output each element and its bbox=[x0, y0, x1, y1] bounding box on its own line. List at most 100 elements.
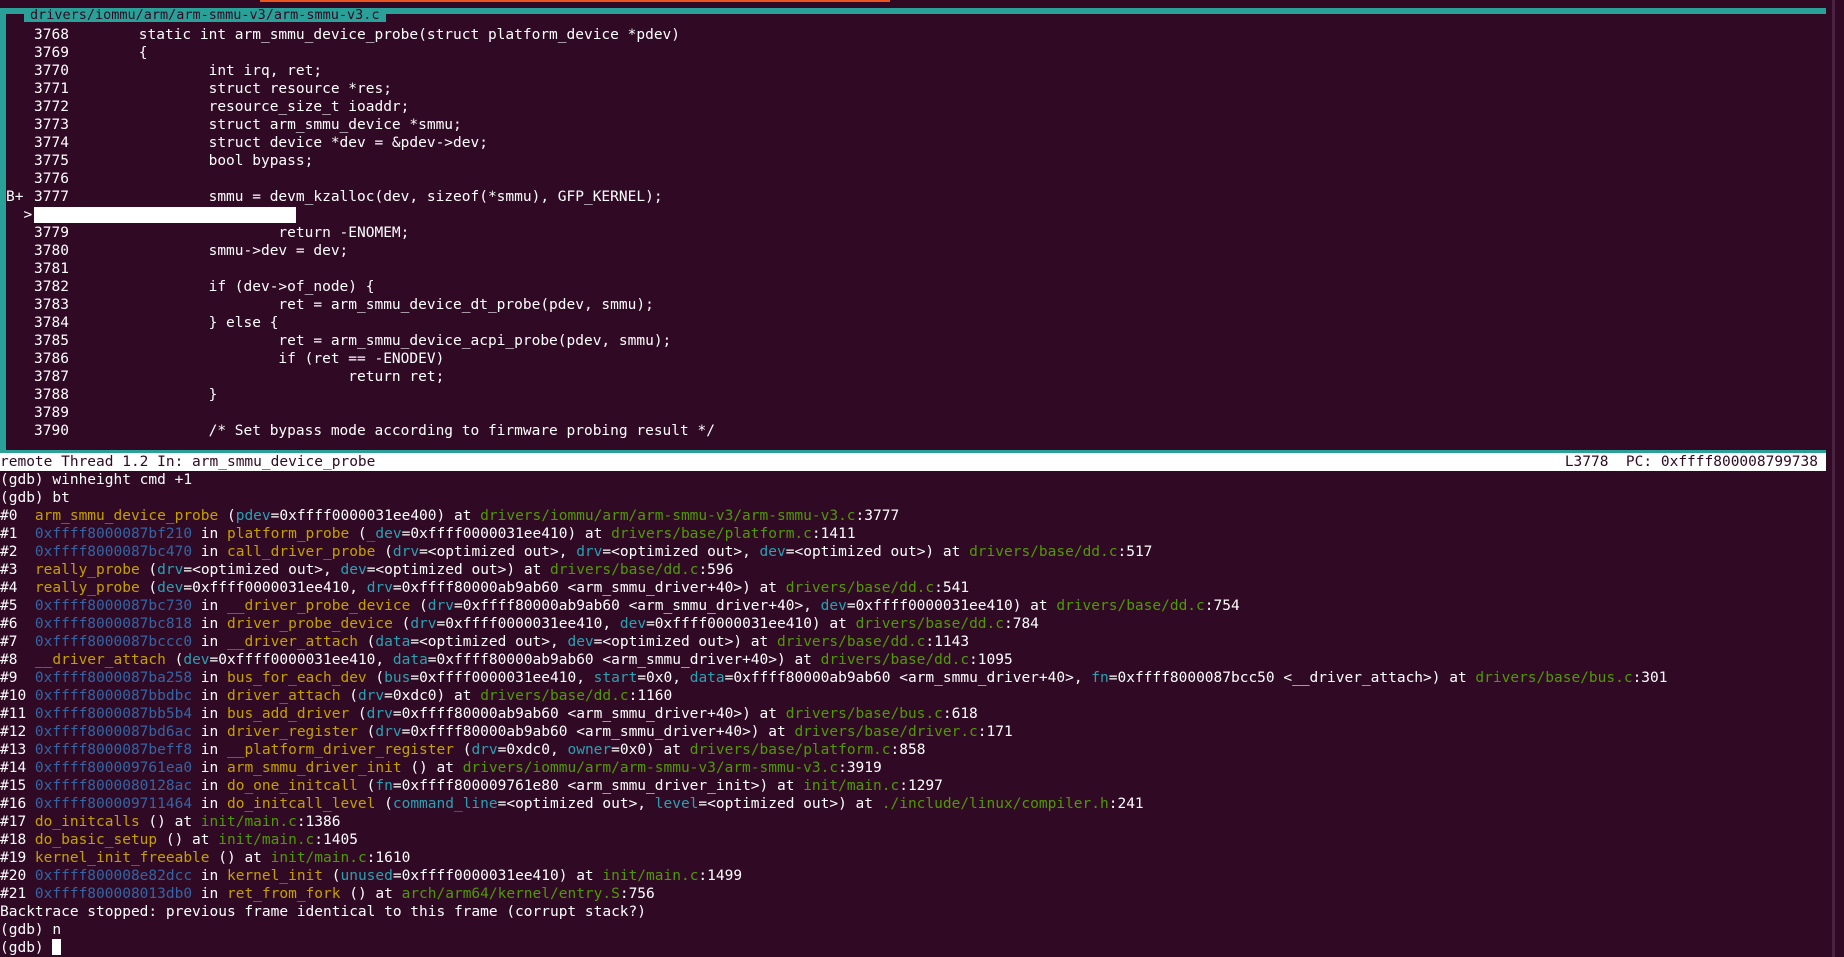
frame-text: :1143 bbox=[925, 634, 970, 650]
frame-argument-name: drv bbox=[392, 544, 420, 560]
frame-text: :1499 bbox=[698, 868, 743, 884]
line-content: 3782 if (dev->of_node) { bbox=[34, 279, 374, 295]
frame-text: #15 bbox=[0, 778, 35, 794]
frame-function: bus_add_driver bbox=[226, 706, 350, 722]
frame-text: ( bbox=[392, 616, 411, 632]
frame-text: :517 bbox=[1117, 544, 1153, 560]
line-number: 3772 bbox=[34, 99, 69, 115]
backtrace-frame: #11 0xffff8000087bb5b4 in bus_add_driver… bbox=[0, 705, 1826, 723]
frame-argument-name: start bbox=[593, 670, 638, 686]
backtrace-frame: #10 0xffff8000087bbdbc in driver_attach … bbox=[0, 687, 1826, 705]
backtrace-frame: #6 0xffff8000087bc818 in driver_probe_de… bbox=[0, 615, 1826, 633]
frame-argument-name: dev bbox=[340, 562, 367, 578]
source-window[interactable]: drivers/iommu/arm/arm-smmu-v3/arm-smmu-v… bbox=[0, 8, 1838, 456]
frame-source-file: drivers/base/dd.c bbox=[820, 652, 970, 668]
frame-text: =0xffff0000031ee410, bbox=[410, 670, 594, 686]
frame-function: do_one_initcall bbox=[226, 778, 358, 794]
frame-text: () at bbox=[401, 760, 463, 776]
frame-text: =0xffff0000031ee410) at bbox=[846, 598, 1057, 614]
line-code: return -ENOMEM; bbox=[68, 225, 410, 241]
source-line: 3786 if (ret == -ENODEV) bbox=[6, 350, 1832, 368]
frame-text: =0x0) at bbox=[611, 742, 690, 758]
line-code: struct device *dev = &pdev->dev; bbox=[68, 135, 488, 151]
frame-argument-name: dev bbox=[759, 544, 786, 560]
frame-text: ( bbox=[357, 778, 376, 794]
frame-address: 0xffff8000087bbdbc bbox=[34, 688, 193, 704]
frame-text: in bbox=[192, 634, 227, 650]
frame-argument-name: level bbox=[654, 796, 699, 812]
frame-text: #1 bbox=[0, 526, 35, 542]
frame-text: :756 bbox=[619, 886, 655, 902]
gdb-prompt-line[interactable]: (gdb) bbox=[0, 939, 1826, 957]
frame-function: do_initcall_level bbox=[226, 796, 376, 812]
line-content: 3770 int irq, ret; bbox=[34, 63, 322, 79]
frame-source-file: drivers/iommu/arm/arm-smmu-v3/arm-smmu-v… bbox=[462, 760, 839, 776]
frame-argument-name: fn bbox=[375, 778, 393, 794]
backtrace-frame: #16 0xffff800009711464 in do_initcall_le… bbox=[0, 795, 1826, 813]
frame-function: do_basic_setup bbox=[34, 832, 158, 848]
frame-text: =0xffff80000ab9ab60 <arm_smmu_driver+40>… bbox=[392, 706, 786, 722]
frame-text: ( bbox=[357, 724, 376, 740]
frame-text: =0xffff0000031ee410) at bbox=[392, 868, 603, 884]
frame-argument-name: fn bbox=[1091, 670, 1109, 686]
backtrace-frame: #15 0xffff8000080128ac in do_one_initcal… bbox=[0, 777, 1826, 795]
frame-text: #21 bbox=[0, 886, 35, 902]
frame-text: ( bbox=[357, 634, 376, 650]
frame-text: #4 bbox=[0, 580, 35, 596]
frame-source-file: drivers/base/dd.c bbox=[969, 544, 1118, 560]
line-code: { bbox=[68, 45, 148, 61]
frame-text: ( bbox=[323, 868, 341, 884]
frame-argument-name: drv bbox=[366, 706, 393, 722]
frame-text: () at bbox=[340, 886, 402, 902]
frame-text: ( bbox=[349, 526, 367, 542]
frame-address: 0xffff8000087beff8 bbox=[34, 742, 193, 758]
frame-argument-name: drv bbox=[357, 688, 385, 704]
line-code: if (ret == -ENODEV) bbox=[68, 351, 445, 367]
frame-text: =<optimized out>) at bbox=[366, 562, 551, 578]
frame-address: 0xffff800008013db0 bbox=[34, 886, 193, 902]
frame-function: call_driver_probe bbox=[226, 544, 376, 560]
frame-text: #10 bbox=[0, 688, 35, 704]
line-number: 3780 bbox=[34, 243, 69, 259]
line-content: 3788 } bbox=[34, 387, 217, 403]
frame-text: =0xffff80000ab9ab60 <arm_smmu_driver+40>… bbox=[392, 580, 786, 596]
gdb-command-window[interactable]: (gdb) winheight cmd +1 (gdb) bt #0 arm_smm… bbox=[0, 471, 1826, 957]
frame-function: really_probe bbox=[34, 580, 140, 596]
frame-address: 0xffff8000087bb5b4 bbox=[34, 706, 193, 722]
frame-text: #14 bbox=[0, 760, 35, 776]
frame-text: :858 bbox=[890, 742, 926, 758]
frame-text: ( bbox=[165, 652, 184, 668]
line-code: } bbox=[68, 387, 218, 403]
line-content: 3773 struct arm_smmu_device *smmu; bbox=[34, 117, 462, 133]
frame-source-file: drivers/base/dd.c bbox=[785, 580, 935, 596]
frame-text: #16 bbox=[0, 796, 35, 812]
frame-argument-name: data bbox=[689, 670, 725, 686]
line-content: 3787 return ret; bbox=[34, 369, 444, 385]
source-line: 3771 struct resource *res; bbox=[6, 80, 1832, 98]
frame-address: 0xffff8000087bf210 bbox=[34, 526, 193, 542]
frame-source-file: init/main.c bbox=[270, 850, 367, 866]
backtrace-frame: #5 0xffff8000087bc730 in __driver_probe_… bbox=[0, 597, 1826, 615]
line-code: /* Set bypass mode according to firmware… bbox=[68, 423, 715, 439]
source-lines: 3768 static int arm_smmu_device_probe(st… bbox=[6, 26, 1832, 440]
frame-function: __platform_driver_register bbox=[226, 742, 454, 758]
frame-function: platform_probe bbox=[226, 526, 350, 542]
frame-function: arm_smmu_driver_init bbox=[226, 760, 402, 776]
source-line: 3775 bool bypass; bbox=[6, 152, 1832, 170]
frame-source-file: init/main.c bbox=[803, 778, 900, 794]
frame-address: 0xffff8000087bc818 bbox=[34, 616, 193, 632]
frame-text: :1411 bbox=[811, 526, 856, 542]
frame-text: #3 bbox=[0, 562, 35, 578]
frame-function: driver_register bbox=[226, 724, 358, 740]
window-accent bbox=[260, 0, 890, 2]
frame-text: ( bbox=[340, 688, 358, 704]
frame-text: :1386 bbox=[296, 814, 341, 830]
frame-text: #18 bbox=[0, 832, 35, 848]
frame-text: =<optimized out>, bbox=[497, 796, 655, 812]
line-number: 3771 bbox=[34, 81, 69, 97]
line-code: if (dev->of_node) { bbox=[68, 279, 375, 295]
frame-address: 0xffff8000087bc470 bbox=[34, 544, 193, 560]
frame-argument-name: data bbox=[375, 634, 411, 650]
terminal-scrollbar[interactable] bbox=[1826, 0, 1844, 957]
line-number: 3783 bbox=[34, 297, 69, 313]
